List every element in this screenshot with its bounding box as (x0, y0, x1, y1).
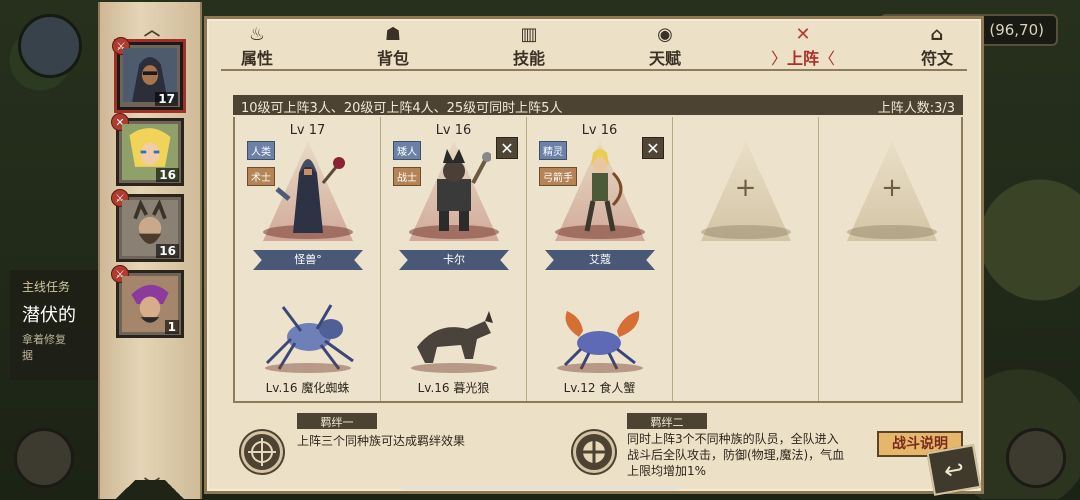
hero-card-4[interactable]: ⚔ 1 (111, 265, 184, 338)
hero-level: 16 (156, 244, 179, 258)
crosshair-icon (248, 438, 276, 466)
hero-level-label: Lv 16 (581, 123, 618, 138)
crossed-swords-icon: ✕ (795, 24, 811, 45)
hero-level-label: Lv 17 (289, 123, 326, 138)
scroll-tail (100, 480, 200, 500)
home-indicator-bar (402, 486, 678, 490)
bond-1-text: 上阵三个同种族可达成羁绊效果 (297, 434, 466, 448)
scroll-icon: ♨ (248, 24, 266, 45)
main-quest-tracker[interactable]: 主线任务 潜伏的 拿着修复 据 (10, 270, 110, 380)
lineup-slot-2[interactable]: Lv 16 矮人 战士 ✕ 卡尔 Lv.16 暮光狼 (381, 117, 527, 401)
pet-floor (265, 363, 351, 373)
bond-2-title: 羁绊二 (627, 413, 707, 429)
bond-2-line-3: 上限均增加1% (627, 464, 707, 478)
lineup-rule-text: 10级可上阵3人、20级可上阵4人、25级可同时上阵5人 (241, 101, 563, 116)
tab-skills[interactable]: ▥ 技能 (489, 25, 569, 69)
pet-figure-crab (563, 311, 640, 370)
tab-bracket-right: 〈 (819, 49, 836, 68)
tab-label: 技能 (512, 49, 545, 68)
book-icon: ▥ (520, 24, 538, 45)
spotlight-floor (701, 225, 791, 239)
add-hero-plus-icon[interactable]: + (819, 173, 965, 203)
tab-attributes[interactable]: ♨ 属性 (217, 25, 297, 69)
tab-label: 背包 (376, 49, 409, 68)
lineup-slot-3[interactable]: Lv 16 精灵 弓箭手 ✕ 艾蔻 Lv.12 食人蟹 (527, 117, 673, 401)
tab-label: 符文 (920, 49, 953, 68)
spotlight-floor (847, 225, 937, 239)
pet-label: Lv.12 食人蟹 (563, 381, 636, 395)
quest-name: 潜伏的 (22, 305, 76, 326)
tab-backpack[interactable]: ☗ 背包 (353, 25, 433, 69)
hero-name-ribbon: 艾蔻 (545, 250, 655, 270)
hero-card-1[interactable]: ⚔ 17 (112, 37, 186, 113)
pet-figure-wolf (417, 311, 493, 363)
quest-title: 主线任务 (22, 280, 71, 294)
lineup-slot-4-empty[interactable]: + (673, 117, 819, 401)
hero-figure-elf (584, 149, 623, 232)
lineup-slot-5-empty[interactable]: + (819, 117, 965, 401)
hero-level: 16 (156, 168, 179, 182)
bond-2-compass-icon[interactable] (573, 431, 615, 473)
tab-bracket-left: 〉 (770, 49, 787, 68)
bottom-left-menu-button[interactable] (14, 428, 74, 488)
bond-2-text: 同时上阵3个不同种族的队员，全队进入 战斗后全队攻击，防御(物理,魔法)，气血 … (627, 431, 877, 479)
tab-divider (221, 69, 967, 71)
scroll-up-chevron-icon[interactable]: ︿ (144, 16, 160, 40)
bond-2-line-1: 同时上阵3个不同种族的队员，全队进入 (627, 432, 839, 446)
hero-selector-column: ︿ ⚔ 17 ✕ 16 ⚔ 16 ⚔ 1 (98, 2, 202, 500)
return-arrow-icon[interactable]: ↩ (926, 444, 982, 496)
player-avatar[interactable] (18, 14, 82, 78)
hero-panel: ♨ 属性 ☗ 背包 ▥ 技能 ◉ 天赋 ✕ 〉上阵〈 ⌂ 符文 10级可上阵3人… (204, 16, 984, 494)
pet-floor (411, 363, 497, 373)
pet-figure-spider (265, 304, 354, 370)
hero-level: 17 (155, 92, 178, 106)
eye-icon: ◉ (657, 24, 673, 45)
lineup-header: 10级可上阵3人、20级可上阵4人、25级可同时上阵5人 上阵人数:3/3 (233, 95, 963, 116)
pet-floor (557, 363, 643, 373)
lineup-slot-1[interactable]: Lv 17 人类 术士 怪兽° Lv.16 魔化蜘蛛 (235, 117, 381, 401)
tab-label: 属性 (240, 49, 273, 68)
bond-section: 羁绊一 上阵三个同种族可达成羁绊效果 羁绊二 同时上阵3个不同种族的队员，全队进… (233, 411, 963, 491)
hero-level-label: Lv 16 (435, 123, 472, 138)
remove-hero-button[interactable]: ✕ (496, 137, 518, 159)
hero-figure-dwarf (437, 149, 491, 231)
lineup-count: 上阵人数:3/3 (877, 101, 955, 116)
hero-card-2[interactable]: ✕ 16 (111, 113, 184, 186)
hero-card-3[interactable]: ⚔ 16 (111, 189, 184, 262)
bottom-right-house-button[interactable] (1006, 428, 1066, 488)
quest-desc: 拿着修复 (22, 333, 66, 346)
tab-talents[interactable]: ◉ 天赋 (625, 25, 705, 69)
hero-name-ribbon: 怪兽° (253, 250, 363, 270)
rune-icon: ⌂ (930, 24, 944, 45)
bond-2-line-2: 战斗后全队攻击，防御(物理,魔法)，气血 (627, 448, 845, 462)
bond-1-crosshair-icon[interactable] (241, 431, 283, 473)
hero-level: 1 (164, 320, 179, 334)
remove-hero-button[interactable]: ✕ (642, 137, 664, 159)
tab-lineup[interactable]: ✕ 〉上阵〈 (763, 25, 843, 69)
quest-desc-2: 据 (22, 349, 33, 362)
bond-1-title: 羁绊一 (297, 413, 377, 429)
tab-label: 天赋 (648, 49, 681, 68)
tab-runes[interactable]: ⌂ 符文 (897, 25, 977, 69)
pet-label: Lv.16 暮光狼 (417, 381, 490, 395)
add-hero-plus-icon[interactable]: + (673, 173, 818, 203)
compass-icon (583, 441, 605, 463)
hero-figure-warlock (275, 157, 345, 233)
tab-bar: ♨ 属性 ☗ 背包 ▥ 技能 ◉ 天赋 ✕ 〉上阵〈 ⌂ 符文 (207, 21, 981, 69)
bag-icon: ☗ (384, 24, 402, 45)
tab-label: 上阵 (786, 49, 819, 68)
pet-label: Lv.16 魔化蜘蛛 (265, 381, 350, 395)
hero-name-ribbon: 卡尔 (399, 250, 509, 270)
lineup-slots: Lv 17 人类 术士 怪兽° Lv.16 魔化蜘蛛 Lv 16 矮人 战士 ✕… (233, 117, 963, 403)
